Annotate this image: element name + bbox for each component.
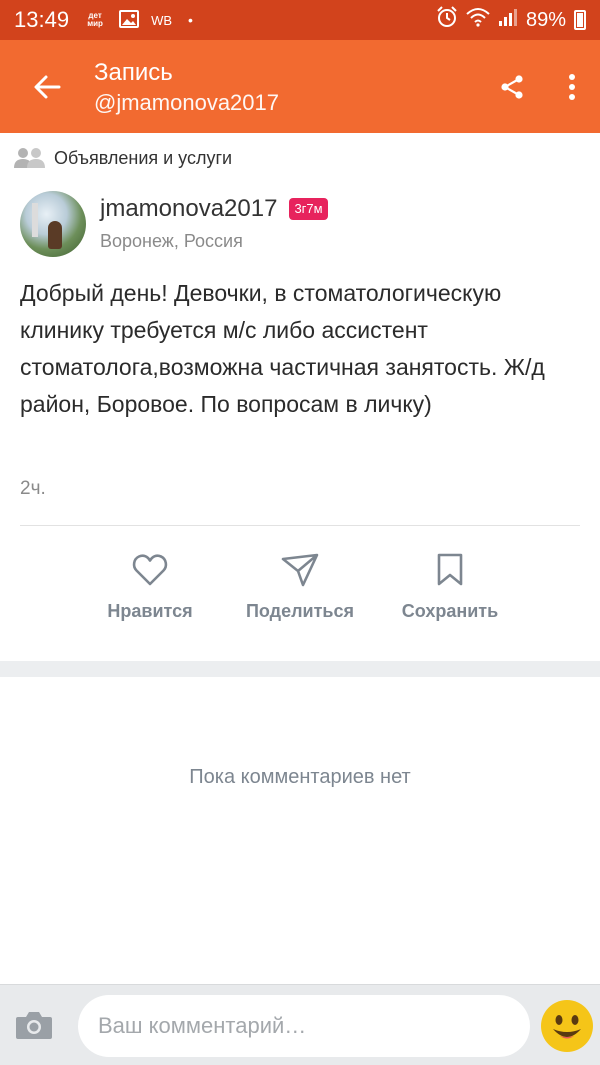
battery-icon — [574, 10, 586, 30]
comment-input[interactable] — [78, 995, 530, 1057]
attach-photo-button[interactable] — [14, 1009, 58, 1045]
share-button[interactable] — [480, 40, 544, 133]
app-bar-titles: Запись @jmamonova2017 — [94, 56, 480, 118]
author-info: jmamonova2017 3г7м Воронеж, Россия — [100, 191, 328, 257]
heart-icon — [132, 554, 168, 586]
status-bar: 13:49 дет мир WB • 89% — [0, 0, 600, 40]
camera-icon — [16, 1012, 52, 1039]
status-time: 13:49 — [14, 7, 70, 32]
wb-notification-icon: WB — [151, 12, 173, 28]
author-name[interactable]: jmamonova2017 — [100, 195, 277, 223]
alarm-icon — [436, 6, 458, 34]
battery-percent: 89% — [525, 8, 566, 31]
group-icon — [14, 148, 45, 168]
comment-bar — [0, 984, 600, 1065]
arrow-left-icon — [34, 75, 61, 98]
emoji-button[interactable] — [540, 999, 594, 1053]
more-vertical-icon — [569, 73, 575, 100]
page-title: Запись — [94, 58, 173, 86]
author-row: jmamonova2017 3г7м — [100, 191, 328, 227]
author-location: Воронеж, Россия — [100, 231, 243, 251]
wifi-icon — [466, 7, 490, 33]
more-options-button[interactable] — [544, 40, 600, 133]
notification-icons: дет мир WB • — [83, 9, 193, 31]
gallery-notification-icon — [119, 9, 140, 31]
empty-comments-text: Пока комментариев нет — [189, 766, 411, 788]
share-post-button[interactable]: Поделиться — [225, 553, 375, 622]
signal-icon — [498, 7, 518, 33]
back-button[interactable] — [0, 40, 94, 133]
section-separator — [0, 661, 600, 677]
child-age-badge: 3г7м — [289, 198, 328, 220]
screen: 13:49 дет мир WB • 89% Запись @jmamonova… — [0, 0, 600, 1065]
save-button[interactable]: Сохранить — [375, 553, 525, 622]
post-text: Добрый день! Девочки, в стоматологическу… — [20, 280, 545, 417]
system-icons: 89% — [436, 6, 586, 34]
post-actions: Нравится Поделиться Сохранить — [0, 553, 600, 643]
post-timestamp: 2ч. — [20, 478, 46, 499]
detmir-notification-icon: дет мир — [87, 11, 103, 28]
smile-icon — [541, 1000, 593, 1052]
category-label: Объявления и услуги — [54, 147, 233, 168]
like-label: Нравится — [107, 601, 193, 621]
like-button[interactable]: Нравится — [75, 553, 225, 622]
more-notifications-dot: • — [188, 12, 193, 28]
avatar[interactable] — [20, 191, 86, 257]
post-card: Объявления и услуги jmamonova2017 3г7м В… — [0, 133, 600, 661]
save-label: Сохранить — [401, 601, 499, 621]
post-category[interactable]: Объявления и услуги — [14, 147, 232, 169]
page-subtitle: @jmamonova2017 — [94, 89, 279, 115]
bookmark-icon — [437, 553, 463, 586]
share-icon — [501, 74, 523, 99]
send-icon — [281, 553, 319, 587]
app-bar: Запись @jmamonova2017 — [0, 40, 600, 133]
post-author: jmamonova2017 3г7м Воронеж, Россия — [20, 191, 328, 257]
divider — [20, 525, 580, 526]
share-label: Поделиться — [245, 601, 355, 621]
